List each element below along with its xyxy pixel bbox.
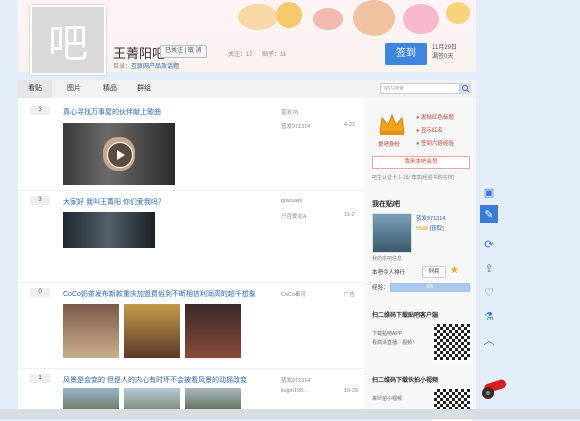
tab-images[interactable]: 图片 bbox=[62, 80, 86, 98]
post-image[interactable] bbox=[124, 304, 180, 358]
qr-desc: 下载贴吧APP 看高清直播、视频！ bbox=[372, 331, 418, 346]
edit-icon[interactable]: ✎ bbox=[480, 205, 498, 223]
banner-decor bbox=[353, 0, 395, 36]
my-bar-title: 我在贴吧 bbox=[372, 201, 400, 208]
tab-featured[interactable]: 精品 bbox=[98, 80, 122, 98]
rent-text: 吧主认证卡 1-18/ 尊享[经验书购买权] bbox=[372, 175, 454, 181]
directory-link[interactable]: 互联网产品及话题 bbox=[131, 64, 179, 70]
my-info-label: 我的本吧信息 bbox=[372, 256, 403, 262]
followers-count: 关注：17 bbox=[228, 52, 253, 58]
qr2-title: 扫二维码下载伙拍小视频 bbox=[372, 378, 439, 384]
post-time: 10-25 bbox=[344, 388, 359, 394]
reply-count: 0 bbox=[30, 288, 50, 297]
sidebar: 爱吧身份 ● 发帖红色标题 ● 显示红名 ● 签到六倍经验 我来本吧会员 吧主认… bbox=[364, 98, 476, 421]
forum-avatar: 吧 bbox=[30, 5, 106, 75]
reply-count: 3 bbox=[30, 106, 50, 115]
last-replier[interactable]: liugin198... bbox=[281, 388, 308, 394]
exp-progress-bar: 5/5 bbox=[390, 283, 470, 292]
coin-link[interactable]: [获取] bbox=[430, 226, 444, 232]
search-icon[interactable] bbox=[460, 83, 471, 94]
share-icon[interactable]: ⇪ bbox=[480, 259, 498, 277]
follow-button[interactable]: 已关注 | 取 消 bbox=[160, 45, 207, 58]
video-thumbnail[interactable] bbox=[63, 123, 175, 185]
download-icon[interactable]: ▣ bbox=[480, 183, 498, 201]
qr2-desc: 来伙拍小视频 bbox=[372, 396, 403, 402]
forum-name: 王菁阳吧 bbox=[113, 46, 166, 61]
search-input[interactable]: 吧内搜索 bbox=[380, 83, 460, 94]
refresh-icon[interactable]: ⟳ bbox=[480, 235, 498, 253]
perk-list: ● 发帖红色标题 ● 显示红名 ● 签到六倍经验 bbox=[416, 112, 454, 151]
last-replier[interactable]: 只否爱北4 bbox=[281, 212, 306, 220]
coin-count: 5588 [获取] bbox=[416, 226, 444, 232]
perk-icon: ● bbox=[416, 141, 420, 147]
post-author[interactable]: CoCo都可 bbox=[281, 290, 306, 298]
perk-item: ● 发帖红色标题 bbox=[416, 115, 454, 121]
post-image[interactable] bbox=[63, 304, 119, 358]
username[interactable]: 蓝发971314 bbox=[416, 214, 445, 222]
perk-item: ● 签到六倍经验 bbox=[416, 141, 454, 147]
post-image[interactable] bbox=[185, 304, 241, 358]
last-replier[interactable]: 蓝发971314 bbox=[281, 122, 310, 130]
star-icon: ★ bbox=[450, 265, 459, 276]
qr-code bbox=[432, 322, 472, 362]
flask-icon[interactable]: ⚗ bbox=[480, 307, 498, 325]
cannon-icon[interactable] bbox=[478, 376, 510, 400]
banner-decor bbox=[313, 8, 343, 30]
post-title[interactable]: CoCo奶茶发布新款重庆加盟费俗到不断相信利润高的超千想象 bbox=[63, 289, 256, 299]
banner-decor bbox=[403, 4, 439, 34]
exp-progress-fill: 5/5 bbox=[391, 284, 469, 291]
checkin-date: 11月29日 漏签0天 bbox=[432, 45, 457, 60]
post-image[interactable] bbox=[63, 212, 155, 248]
reply-count: 3 bbox=[30, 196, 50, 205]
post-title[interactable]: 风景是会变的 但是人的内心有时坏不会被看风景的动摇改变 bbox=[63, 375, 247, 385]
forum-directory: 目录：互联网产品及话题 bbox=[113, 64, 180, 70]
buy-membership-button[interactable]: 我来本吧会员 bbox=[372, 156, 470, 169]
banner-decor bbox=[446, 2, 470, 24]
rank-button[interactable]: 列兵 bbox=[422, 266, 446, 278]
badge-label: 爱吧身份 bbox=[378, 142, 401, 148]
rank-label: 本吧今人排行 bbox=[372, 270, 406, 276]
post-list: 3 真心寻找万事屋的伙伴献上歌曲 蓝发78 蓝发971314 4-22 3 大家… bbox=[18, 98, 364, 419]
banner-decor bbox=[276, 2, 302, 28]
bottom-bar bbox=[0, 409, 580, 419]
post-author[interactable]: 蓝发971314 bbox=[281, 376, 310, 384]
crown-icon bbox=[378, 112, 406, 136]
back-to-top-icon[interactable]: ︿ bbox=[480, 331, 498, 349]
post-time: 11-2 bbox=[344, 212, 355, 218]
banner-decor bbox=[238, 4, 278, 30]
qr-title: 扫二维码下载贴吧客户端 bbox=[372, 313, 439, 319]
tab-posts[interactable]: 看贴 bbox=[18, 80, 52, 98]
heart-icon[interactable]: ♡ bbox=[480, 283, 498, 301]
post-author[interactable]: 蓝发78 bbox=[281, 108, 298, 116]
perk-icon: ● bbox=[416, 128, 420, 134]
play-icon[interactable] bbox=[107, 142, 133, 168]
post-author[interactable]: ppwsaini bbox=[281, 198, 302, 204]
ad-label: 广告 bbox=[344, 292, 356, 298]
post-title[interactable]: 真心寻找万事屋的伙伴献上歌曲 bbox=[63, 107, 161, 117]
exp-label: 经验： bbox=[372, 285, 389, 291]
perk-icon: ● bbox=[416, 115, 420, 121]
post-title[interactable]: 大家好 我叫王菁阳 你们爱我吗？ bbox=[63, 197, 165, 207]
avatar[interactable] bbox=[372, 213, 412, 253]
checkin-button[interactable]: 签到 bbox=[385, 43, 427, 65]
posts-count: 贴子：11 bbox=[262, 52, 287, 58]
list-item[interactable]: 3 真心寻找万事屋的伙伴献上歌曲 蓝发78 蓝发971314 4-22 bbox=[18, 98, 364, 191]
post-time: 4-22 bbox=[344, 122, 356, 128]
reply-count: 1 bbox=[30, 374, 50, 383]
perk-item: ● 显示红名 bbox=[416, 128, 443, 134]
tab-groups[interactable]: 群组 bbox=[132, 80, 156, 98]
list-item[interactable]: 3 大家好 我叫王菁阳 你们爱我吗？ ppwsaini 只否爱北4 11-2 bbox=[18, 190, 364, 283]
list-item[interactable]: 0 CoCo奶茶发布新款重庆加盟费俗到不断相信利润高的超千想象 CoCo都可 广… bbox=[18, 282, 364, 369]
